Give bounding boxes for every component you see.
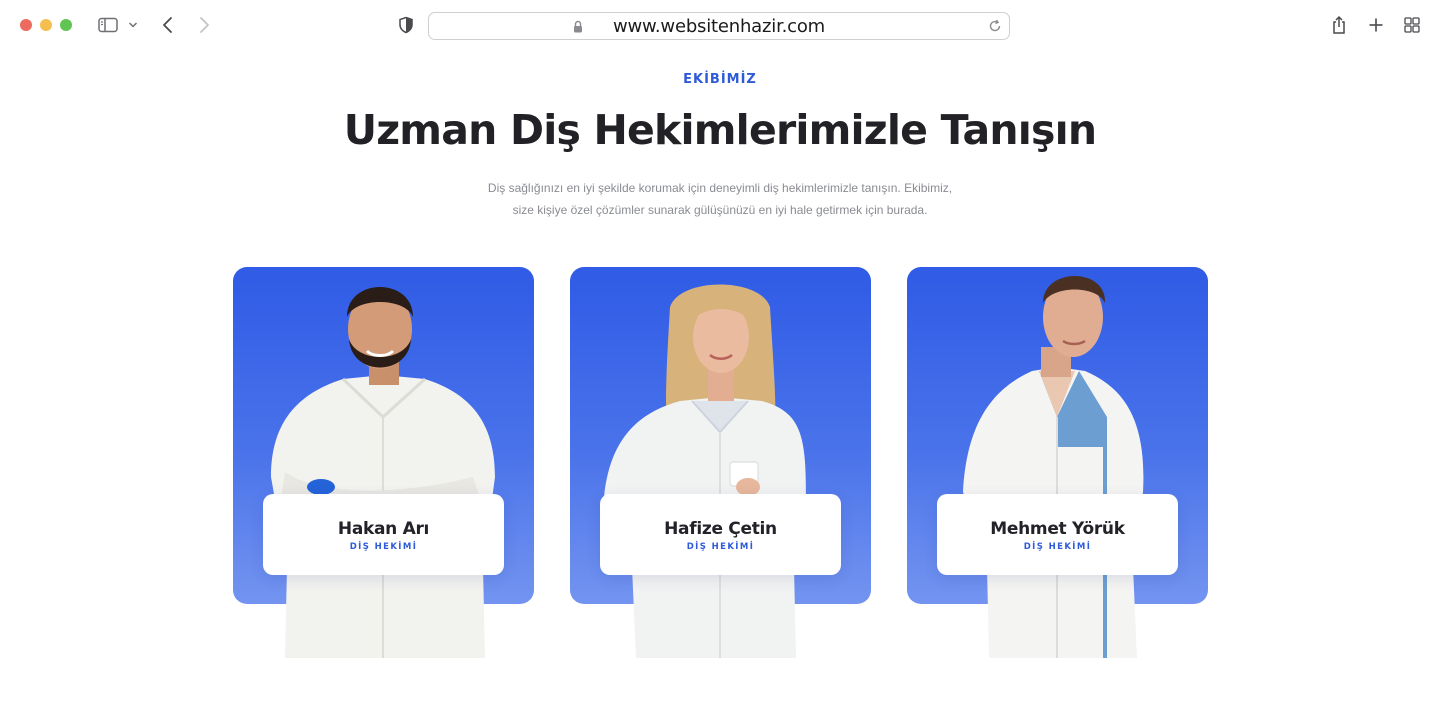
minimize-window-button[interactable] bbox=[40, 19, 52, 31]
doctor-photo bbox=[271, 287, 495, 658]
name-box: Mehmet Yörük DİŞ HEKİMİ bbox=[937, 494, 1178, 575]
name-box: Hafize Çetin DİŞ HEKİMİ bbox=[600, 494, 841, 575]
section-title: Uzman Diş Hekimlerimizle Tanışın bbox=[343, 106, 1097, 154]
team-member-name: Hakan Arı bbox=[337, 519, 430, 539]
close-window-button[interactable] bbox=[20, 19, 32, 31]
team-card[interactable]: Mehmet Yörük DİŞ HEKİMİ bbox=[907, 267, 1208, 658]
address-bar[interactable]: www.websitenhazir.com bbox=[428, 12, 1010, 40]
team-card[interactable]: Hakan Arı DİŞ HEKİMİ bbox=[233, 267, 534, 658]
subtitle-line: size kişiye özel çözümler sunarak gülüşü… bbox=[512, 203, 928, 217]
chevron-down-icon[interactable] bbox=[124, 14, 142, 36]
doctor-photo bbox=[963, 276, 1144, 658]
doctor-photo bbox=[604, 284, 806, 658]
back-icon[interactable] bbox=[157, 14, 179, 36]
browser-toolbar: www.websitenhazir.com bbox=[0, 0, 1440, 52]
reload-icon[interactable] bbox=[987, 18, 1003, 39]
name-box: Hakan Arı DİŞ HEKİMİ bbox=[263, 494, 504, 575]
team-member-name: Mehmet Yörük bbox=[990, 519, 1125, 539]
zoom-window-button[interactable] bbox=[60, 19, 72, 31]
shield-icon[interactable] bbox=[395, 14, 417, 36]
team-member-name: Hafize Çetin bbox=[664, 519, 777, 539]
team-member-role: DİŞ HEKİMİ bbox=[1023, 542, 1092, 552]
team-card[interactable]: Hafize Çetin DİŞ HEKİMİ bbox=[570, 267, 871, 658]
subtitle-line: Diş sağlığınızı en iyi şekilde korumak i… bbox=[487, 181, 953, 195]
share-icon[interactable] bbox=[1328, 14, 1350, 36]
section-eyebrow: EKİBİMİZ bbox=[683, 72, 757, 87]
lock-icon bbox=[573, 20, 583, 38]
new-tab-icon[interactable] bbox=[1365, 14, 1387, 36]
sidebar-icon[interactable] bbox=[97, 14, 119, 36]
team-member-role: DİŞ HEKİMİ bbox=[686, 542, 755, 552]
window-controls bbox=[20, 19, 72, 31]
url-text: www.websitenhazir.com bbox=[613, 15, 825, 37]
team-member-role: DİŞ HEKİMİ bbox=[349, 542, 418, 552]
section-subtitle: Diş sağlığınızı en iyi şekilde korumak i… bbox=[420, 177, 1020, 221]
tab-overview-icon[interactable] bbox=[1401, 14, 1423, 36]
forward-icon[interactable] bbox=[193, 14, 215, 36]
